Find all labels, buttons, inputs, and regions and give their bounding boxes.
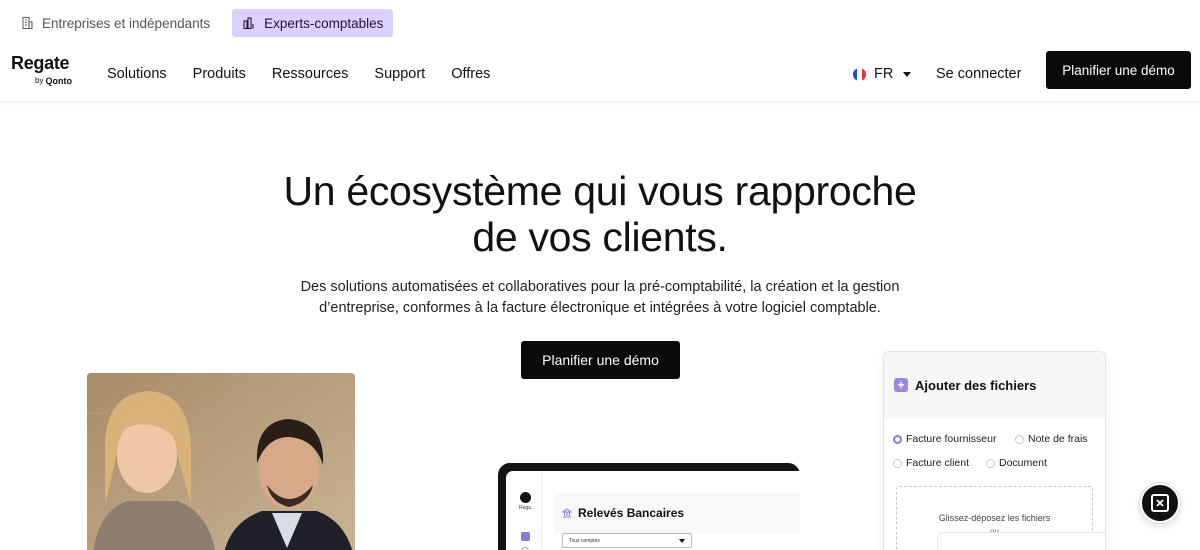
main-header: Regate by Qonto Solutions Produits Resso…	[0, 46, 1200, 102]
language-selector[interactable]: FR	[853, 46, 912, 102]
upload-files-card: + Ajouter des fichiers Facture fournisse…	[883, 351, 1106, 550]
team-photo-illustration	[87, 373, 355, 550]
hero-title: Un écosystème qui vous rapproche de vos …	[0, 168, 1200, 260]
hero-subtitle: Des solutions automatisées et collaborat…	[0, 277, 1200, 319]
hero-demo-button[interactable]: Planifier une démo	[521, 341, 680, 379]
audience-switcher: Entreprises et indépendants Experts-comp…	[0, 0, 1200, 46]
option-label: Facture fournisseur	[906, 433, 997, 445]
upload-card-title: Ajouter des fichiers	[915, 377, 1037, 393]
hero-subtitle-line2: d’entreprise, conformes à la facture éle…	[319, 300, 881, 316]
laptop-mockup: Rega.. Relevés Bancaires Tous comptes	[498, 463, 800, 550]
widget-icon	[1151, 494, 1169, 512]
chart-bars-icon	[243, 17, 254, 30]
logo-qonto: Qonto	[45, 76, 72, 86]
audience-tab-entreprises[interactable]: Entreprises et indépendants	[16, 9, 220, 37]
option-document[interactable]: Document	[986, 457, 1047, 469]
nav-offres[interactable]: Offres	[451, 66, 490, 82]
app-sidebar: Rega..	[506, 471, 542, 550]
app-logo-icon	[520, 492, 531, 503]
bank-statements-header: Relevés Bancaires	[554, 493, 800, 533]
language-label: FR	[874, 66, 894, 82]
main-nav: Solutions Produits Ressources Support Of…	[107, 46, 490, 102]
hero-title-line2: de vos clients.	[472, 214, 728, 260]
nav-solutions[interactable]: Solutions	[107, 66, 167, 82]
team-photo	[87, 373, 355, 550]
building-icon	[22, 16, 33, 30]
radio-button[interactable]	[893, 458, 902, 468]
chevron-down-icon	[903, 71, 912, 77]
option-facture-fournisseur[interactable]: Facture fournisseur	[893, 433, 996, 445]
accounts-select-value: Tous comptes	[569, 537, 600, 544]
app-logo-label: Rega..	[519, 505, 534, 511]
upload-card-header: + Ajouter des fichiers	[884, 352, 1105, 418]
laptop-screen: Rega.. Relevés Bancaires Tous comptes	[506, 471, 800, 550]
chevron-down-icon	[679, 539, 685, 543]
dropzone-text: Glissez-déposez les fichiers	[938, 513, 1051, 523]
radio-button-selected[interactable]	[893, 434, 902, 444]
logo-byline: by Qonto	[35, 76, 72, 86]
france-flag-icon	[853, 67, 866, 81]
nav-produits[interactable]: Produits	[193, 66, 246, 82]
audience-tab-label: Experts-comptables	[264, 15, 384, 31]
login-link[interactable]: Se connecter	[936, 46, 1021, 102]
add-icon[interactable]	[521, 532, 530, 541]
option-label: Facture client	[906, 457, 970, 469]
audience-tab-label: Entreprises et indépendants	[42, 15, 211, 31]
option-label: Note de frais	[1028, 433, 1088, 445]
logo-wordmark: Regate	[11, 53, 70, 73]
bank-icon	[562, 508, 572, 518]
file-preview-panel	[937, 532, 1105, 550]
page: Entreprises et indépendants Experts-comp…	[0, 0, 1200, 550]
bank-statements-title: Relevés Bancaires	[578, 506, 685, 520]
close-x-icon	[1156, 499, 1164, 507]
logo-by: by	[35, 76, 44, 85]
option-note-de-frais[interactable]: Note de frais	[1015, 433, 1088, 445]
radio-button[interactable]	[986, 458, 995, 468]
hero-title-line1: Un écosystème qui vous rapproche	[283, 168, 917, 214]
accounts-select[interactable]: Tous comptes	[562, 533, 692, 548]
plus-icon: +	[894, 378, 908, 392]
radio-button[interactable]	[1015, 434, 1024, 444]
hero-subtitle-line1: Des solutions automatisées et collaborat…	[300, 279, 900, 295]
nav-support[interactable]: Support	[374, 66, 425, 82]
audience-tab-experts[interactable]: Experts-comptables	[232, 9, 394, 37]
regate-logo[interactable]: Regate by Qonto	[11, 53, 91, 93]
nav-ressources[interactable]: Ressources	[272, 66, 349, 82]
help-widget-button[interactable]	[1140, 483, 1180, 523]
option-label: Document	[999, 457, 1047, 469]
option-facture-client[interactable]: Facture client	[893, 457, 969, 469]
header-demo-button[interactable]: Planifier une démo	[1046, 51, 1191, 89]
